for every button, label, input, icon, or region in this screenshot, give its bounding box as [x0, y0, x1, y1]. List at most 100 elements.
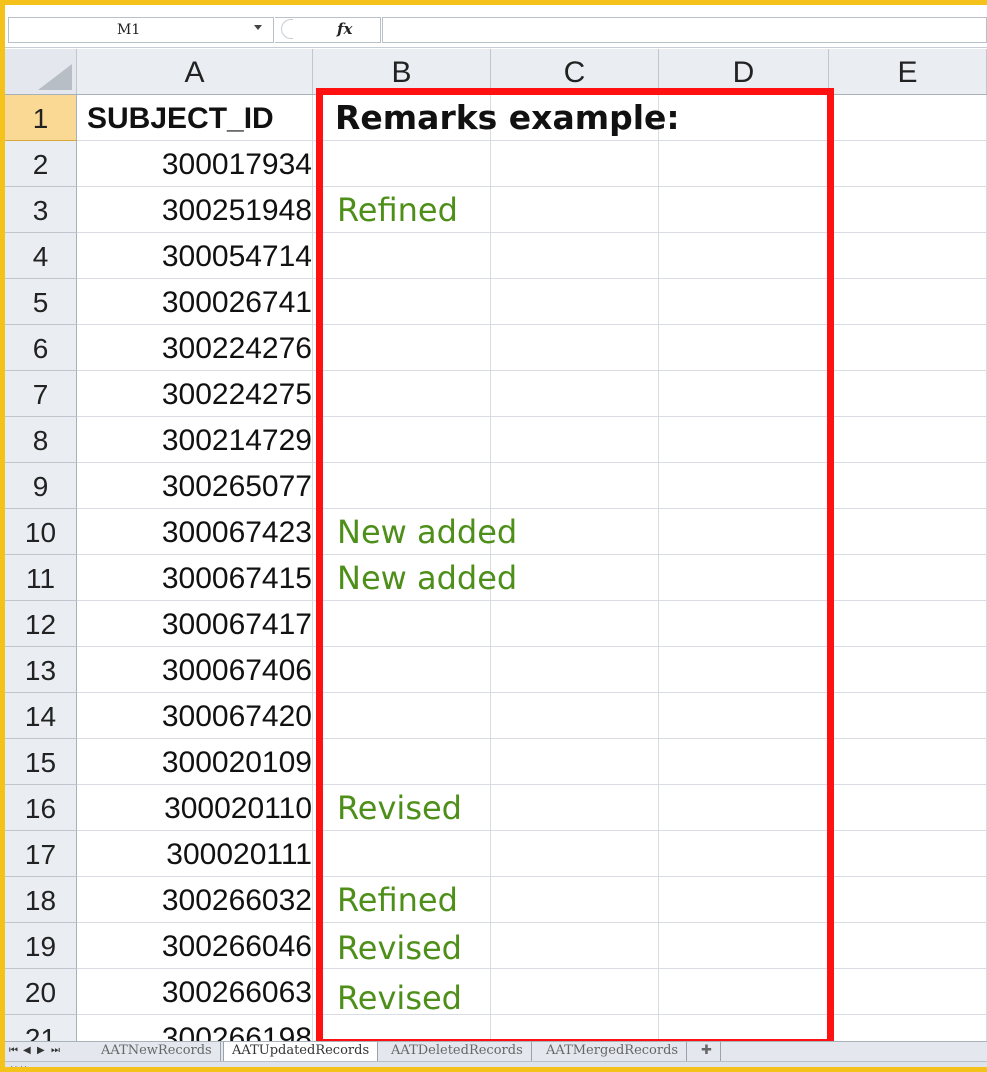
cell-b[interactable] — [313, 647, 491, 693]
column-header-d[interactable]: D — [659, 49, 829, 94]
cell-c[interactable] — [491, 141, 659, 187]
insert-function-icon[interactable]: fx — [337, 20, 352, 38]
cell-d[interactable] — [659, 785, 829, 831]
sheet-tab[interactable]: AATDeletedRecords — [383, 1042, 532, 1061]
cell-d[interactable] — [659, 877, 829, 923]
row-header[interactable]: 6 — [5, 325, 77, 371]
row-header[interactable]: 14 — [5, 693, 77, 739]
cell-b[interactable] — [313, 279, 491, 325]
cell-e[interactable] — [829, 141, 987, 187]
row-header[interactable]: 15 — [5, 739, 77, 785]
cell-d[interactable] — [659, 95, 829, 141]
formula-resize-icon[interactable] — [281, 19, 293, 39]
cell-d[interactable] — [659, 371, 829, 417]
cell-a[interactable]: 300020110 — [77, 785, 313, 831]
next-sheet-icon[interactable]: ▶ — [37, 1045, 45, 1056]
row-header[interactable]: 5 — [5, 279, 77, 325]
cell-c[interactable] — [491, 693, 659, 739]
cell-e[interactable] — [829, 279, 987, 325]
cell-c[interactable] — [491, 877, 659, 923]
row-header[interactable]: 12 — [5, 601, 77, 647]
cell-b[interactable] — [313, 739, 491, 785]
cell-d[interactable] — [659, 969, 829, 1015]
column-header-a[interactable]: A — [77, 49, 313, 94]
cell-a[interactable]: 300067406 — [77, 647, 313, 693]
cell-e[interactable] — [829, 647, 987, 693]
cell-c[interactable] — [491, 647, 659, 693]
cell-e[interactable] — [829, 969, 987, 1015]
cell-b[interactable] — [313, 325, 491, 371]
cell-a[interactable]: 300214729 — [77, 417, 313, 463]
cell-b[interactable] — [313, 831, 491, 877]
formula-input[interactable] — [382, 17, 987, 43]
cell-a[interactable]: 300067417 — [77, 601, 313, 647]
row-header[interactable]: 17 — [5, 831, 77, 877]
insert-sheet-icon[interactable]: ✚ — [693, 1042, 721, 1061]
cell-e[interactable] — [829, 785, 987, 831]
cell-b[interactable] — [313, 601, 491, 647]
row-header[interactable]: 10 — [5, 509, 77, 555]
cell-a[interactable]: 300224276 — [77, 325, 313, 371]
row-header[interactable]: 13 — [5, 647, 77, 693]
cell-e[interactable] — [829, 509, 987, 555]
row-header[interactable]: 8 — [5, 417, 77, 463]
cell-e[interactable] — [829, 601, 987, 647]
cell-a[interactable]: 300251948 — [77, 187, 313, 233]
cell-e[interactable] — [829, 463, 987, 509]
cell-b[interactable] — [313, 463, 491, 509]
row-header[interactable]: 4 — [5, 233, 77, 279]
row-header[interactable]: 11 — [5, 555, 77, 601]
column-header-e[interactable]: E — [829, 49, 987, 94]
cell-e[interactable] — [829, 371, 987, 417]
row-header[interactable]: 2 — [5, 141, 77, 187]
cell-c[interactable] — [491, 187, 659, 233]
cell-d[interactable] — [659, 325, 829, 371]
cell-e[interactable] — [829, 693, 987, 739]
cell-a[interactable]: 300266046 — [77, 923, 313, 969]
row-header[interactable]: 16 — [5, 785, 77, 831]
select-all-button[interactable] — [5, 49, 77, 94]
cell-e[interactable] — [829, 877, 987, 923]
row-header[interactable]: 1 — [5, 95, 77, 141]
cell-b[interactable] — [313, 233, 491, 279]
cell-c[interactable] — [491, 463, 659, 509]
cell-e[interactable] — [829, 739, 987, 785]
row-header[interactable]: 3 — [5, 187, 77, 233]
cell-b[interactable] — [313, 693, 491, 739]
cell-a[interactable]: 300067420 — [77, 693, 313, 739]
cell-c[interactable] — [491, 831, 659, 877]
cell-d[interactable] — [659, 739, 829, 785]
cell-e[interactable] — [829, 233, 987, 279]
cell-e[interactable] — [829, 95, 987, 141]
sheet-tab-active[interactable]: AATUpdatedRecords — [223, 1042, 379, 1061]
cell-d[interactable] — [659, 601, 829, 647]
cell-c[interactable] — [491, 279, 659, 325]
cell-e[interactable] — [829, 187, 987, 233]
cell-e[interactable] — [829, 831, 987, 877]
cell-e[interactable] — [829, 417, 987, 463]
name-box[interactable]: M1 — [8, 17, 274, 43]
row-header[interactable]: 19 — [5, 923, 77, 969]
column-header-b[interactable]: B — [313, 49, 491, 94]
cell-c[interactable] — [491, 785, 659, 831]
cell-e[interactable] — [829, 325, 987, 371]
cell-a[interactable]: SUBJECT_ID — [77, 95, 313, 141]
cell-a[interactable]: 300266063 — [77, 969, 313, 1015]
sheet-tab[interactable]: AATMergedRecords — [538, 1042, 688, 1061]
cell-d[interactable] — [659, 923, 829, 969]
column-header-c[interactable]: C — [491, 49, 659, 94]
cell-b[interactable] — [313, 417, 491, 463]
cell-b[interactable] — [313, 141, 491, 187]
cell-a[interactable]: 300054714 — [77, 233, 313, 279]
row-header[interactable]: 18 — [5, 877, 77, 923]
last-sheet-icon[interactable]: ⏭ — [51, 1045, 60, 1056]
row-header[interactable]: 9 — [5, 463, 77, 509]
sheet-tab[interactable]: AATNewRecords — [93, 1042, 221, 1061]
row-header[interactable]: 7 — [5, 371, 77, 417]
cell-c[interactable] — [491, 923, 659, 969]
cell-c[interactable] — [491, 371, 659, 417]
cell-c[interactable] — [491, 739, 659, 785]
cell-a[interactable]: 300067423 — [77, 509, 313, 555]
cell-e[interactable] — [829, 555, 987, 601]
cell-d[interactable] — [659, 693, 829, 739]
